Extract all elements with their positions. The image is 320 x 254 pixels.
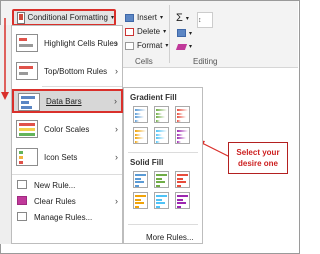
menu-item-clear-rules[interactable]: Clear Rules › xyxy=(12,194,122,208)
data-bars-icon xyxy=(18,93,40,111)
solid-fill-heading: Solid Fill xyxy=(130,158,164,167)
top-bottom-icon xyxy=(16,62,38,80)
menu-separator xyxy=(12,174,122,175)
menu-item-icon-sets[interactable]: Icon Sets › xyxy=(12,144,122,170)
gradient-data-bar-tile[interactable] xyxy=(175,127,190,144)
solid-data-bar-tile[interactable] xyxy=(154,192,169,209)
data-bars-submenu: Gradient Fill Solid Fill More Rules... xyxy=(123,87,203,244)
more-rules-link[interactable]: More Rules... xyxy=(146,233,194,242)
gradient-data-bar-tile[interactable] xyxy=(133,127,148,144)
menu-item-color-scales[interactable]: Color Scales › xyxy=(12,116,122,142)
solid-data-bar-tile[interactable] xyxy=(154,171,169,188)
gradient-data-bar-tile[interactable] xyxy=(154,106,169,123)
solid-data-bar-tile[interactable] xyxy=(175,171,190,188)
new-rule-icon xyxy=(17,180,27,189)
solid-data-bar-tile[interactable] xyxy=(175,192,190,209)
gradient-data-bar-tile[interactable] xyxy=(175,106,190,123)
callout-line-2: desire one xyxy=(237,159,278,168)
gradient-data-bar-tile[interactable] xyxy=(154,127,169,144)
submenu-separator xyxy=(128,224,198,225)
chevron-right-icon: › xyxy=(115,124,118,134)
clear-rules-icon xyxy=(17,196,27,205)
callout-line-1: Select your xyxy=(236,148,280,157)
menu-item-top-bottom-rules[interactable]: Top/Bottom Rules › xyxy=(12,58,122,84)
instruction-callout: Select your desire one xyxy=(228,142,288,174)
highlight-cells-icon xyxy=(16,34,38,52)
menu-item-manage-rules[interactable]: Manage Rules... xyxy=(12,210,122,224)
menu-item-highlight-cells-rules[interactable]: Highlight Cells Rules › xyxy=(12,30,122,56)
chevron-right-icon: › xyxy=(114,96,117,106)
solid-data-bar-tile[interactable] xyxy=(133,192,148,209)
chevron-right-icon: › xyxy=(115,38,118,48)
chevron-right-icon: › xyxy=(115,66,118,76)
menu-item-data-bars[interactable]: Data Bars › xyxy=(12,89,123,113)
chevron-right-icon: › xyxy=(115,152,118,162)
submenu-separator xyxy=(128,152,198,153)
manage-rules-icon xyxy=(17,212,27,221)
conditional-formatting-menu: Highlight Cells Rules › Top/Bottom Rules… xyxy=(11,25,123,244)
menu-item-new-rule[interactable]: New Rule... xyxy=(12,178,122,192)
solid-data-bar-tile[interactable] xyxy=(133,171,148,188)
icon-sets-icon xyxy=(16,148,38,166)
gradient-data-bar-tile[interactable] xyxy=(133,106,148,123)
color-scales-icon xyxy=(16,120,38,138)
gradient-fill-heading: Gradient Fill xyxy=(130,93,177,102)
chevron-right-icon: › xyxy=(115,196,118,206)
menu-separator xyxy=(42,86,122,87)
